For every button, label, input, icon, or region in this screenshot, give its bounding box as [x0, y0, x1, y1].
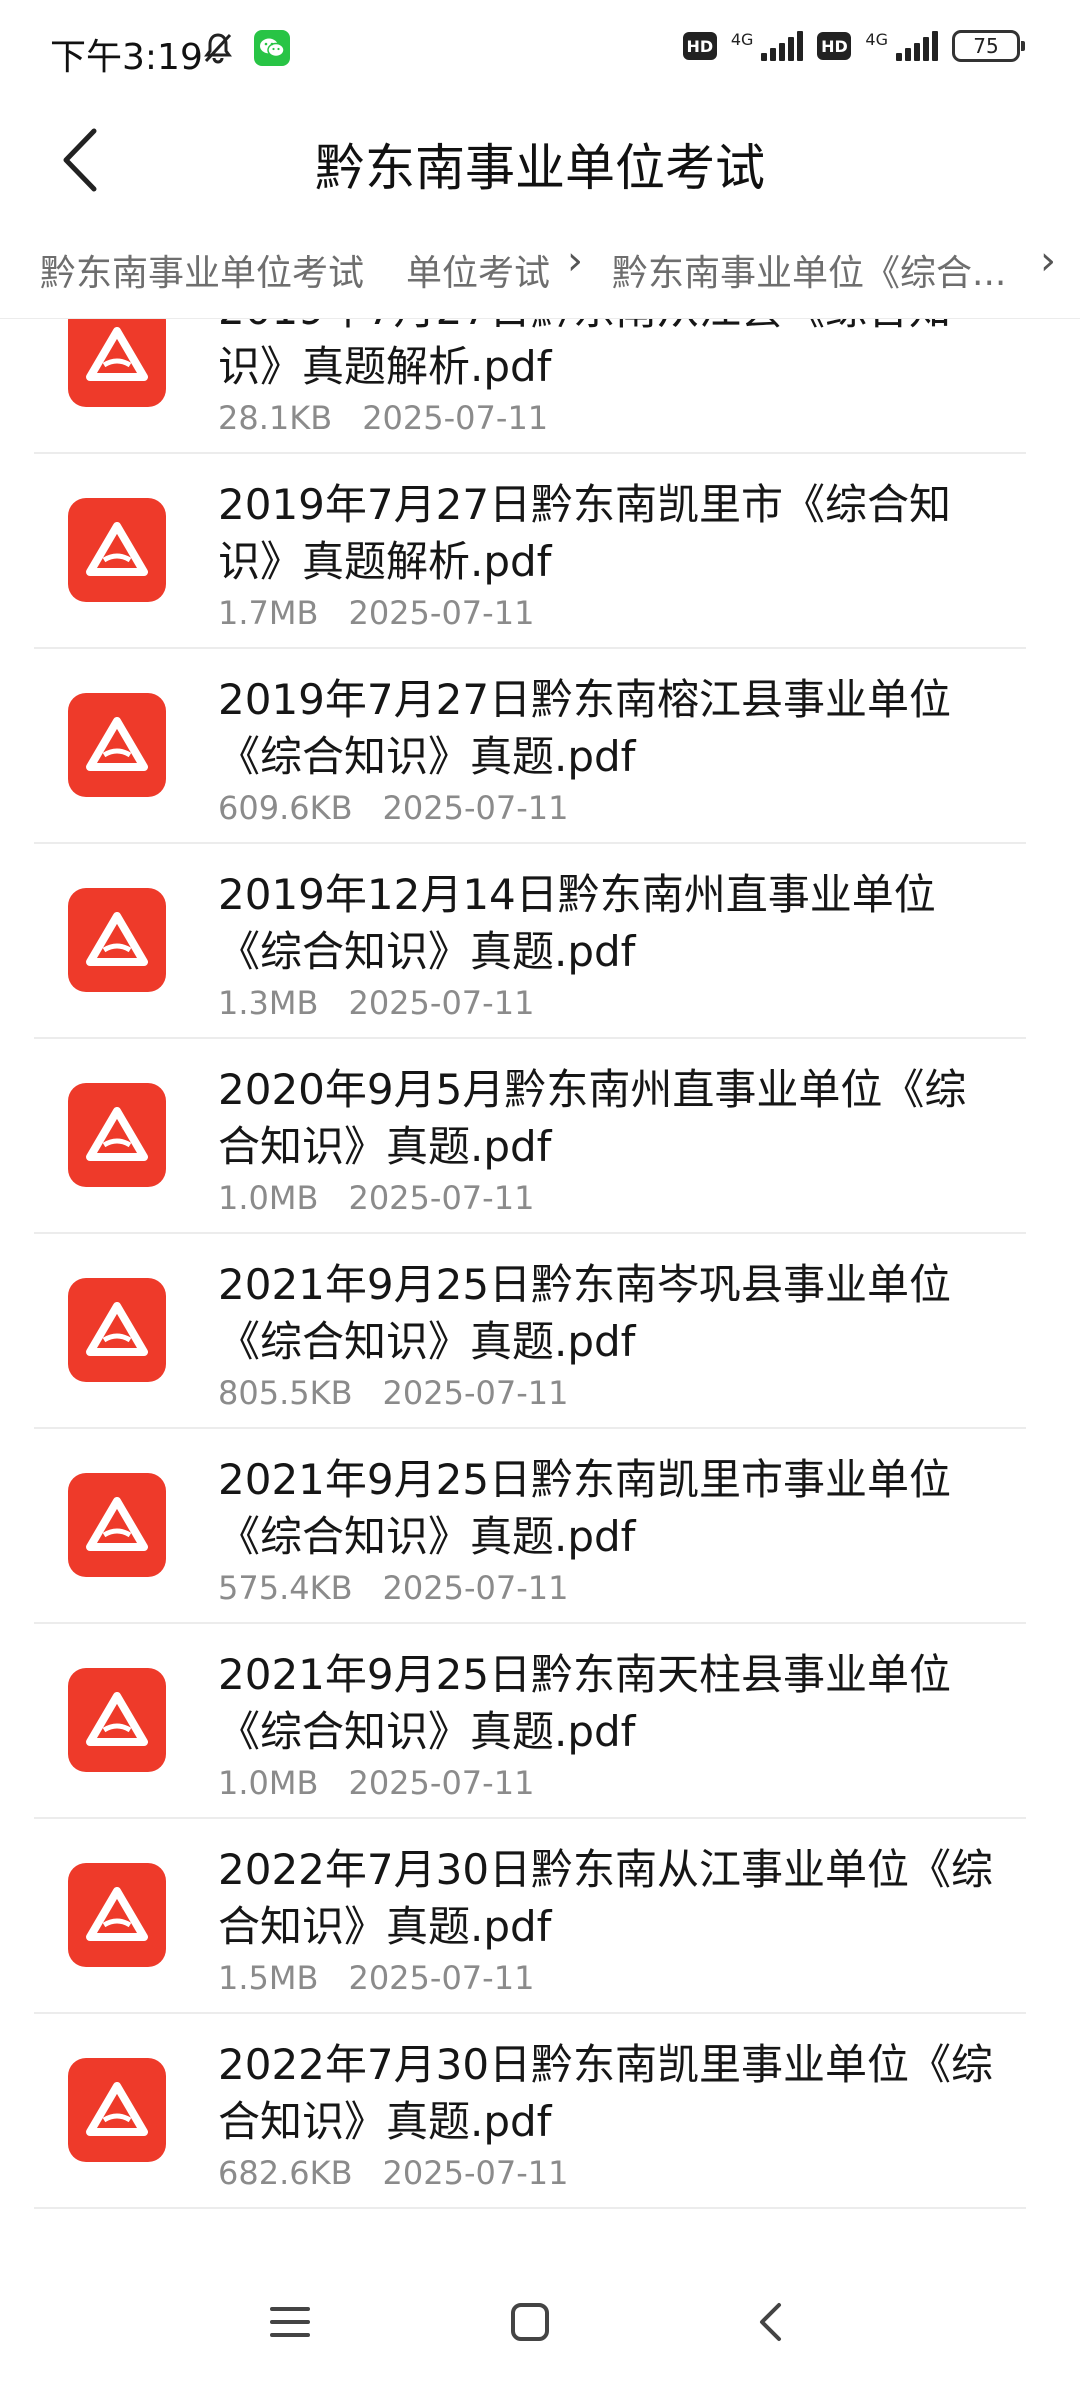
pdf-file-icon	[68, 693, 166, 797]
file-meta: 1.3MB 2025-07-11	[218, 984, 534, 1022]
hd-badge: HD	[682, 32, 717, 60]
file-name: 2022年7月30日黔东南从江事业单位《综合知识》真题.pdf	[218, 1845, 994, 1951]
list-item[interactable]: 2022年7月30日黔东南从江事业单位《综合知识》真题.pdf 1.5MB 202…	[34, 1819, 1026, 2014]
file-list[interactable]: 2019年7月27日黔东南从江县《综合知识》真题解析.pdf 28.1KB 202…	[0, 318, 1080, 2232]
breadcrumb-item[interactable]: 黔东南事业单位考试	[40, 244, 364, 296]
list-item[interactable]: 2021年9月25日黔东南岑巩县事业单位《综合知识》真题.pdf 805.5KB…	[34, 1234, 1026, 1429]
file-name: 2019年12月14日黔东南州直事业单位《综合知识》真题.pdf	[218, 870, 936, 976]
file-name: 2019年7月27日黔东南榕江县事业单位《综合知识》真题.pdf	[218, 675, 952, 781]
file-size: 609.6KB	[218, 789, 353, 827]
menu-icon	[270, 2307, 310, 2337]
file-date: 2025-07-11	[382, 789, 569, 827]
list-item[interactable]: 2019年7月27日黔东南从江县《综合知识》真题解析.pdf 28.1KB 202…	[34, 319, 1026, 454]
file-name: 2020年9月5月黔东南州直事业单位《综合知识》真题.pdf	[218, 1065, 967, 1171]
list-item[interactable]: 2020年9月5月黔东南州直事业单位《综合知识》真题.pdf 1.0MB 2025…	[34, 1039, 1026, 1234]
pdf-file-icon	[68, 1083, 166, 1187]
status-left-icons	[200, 30, 290, 66]
file-name: 2019年7月27日黔东南凯里市《综合知识》真题解析.pdf	[218, 480, 952, 586]
file-meta: 609.6KB 2025-07-11	[218, 789, 569, 827]
wechat-icon	[254, 30, 290, 66]
menu-button[interactable]	[250, 2282, 330, 2362]
network-type: 4G	[730, 30, 754, 49]
list-item[interactable]: 2019年7月27日黔东南榕江县事业单位《综合知识》真题.pdf 609.6KB…	[34, 649, 1026, 844]
file-meta: 682.6KB 2025-07-11	[218, 2154, 569, 2192]
file-size: 575.4KB	[218, 1569, 353, 1607]
battery-level: 75	[973, 34, 999, 58]
signal-icon	[896, 31, 938, 61]
navigation-bar	[0, 2232, 1080, 2400]
file-date: 2025-07-11	[348, 1959, 535, 1997]
file-date: 2025-07-11	[382, 1569, 569, 1607]
file-date: 2025-07-11	[348, 1179, 535, 1217]
file-size: 682.6KB	[218, 2154, 353, 2192]
file-name: 2019年7月27日黔东南从江县《综合知识》真题解析.pdf	[218, 319, 951, 391]
file-size: 805.5KB	[218, 1374, 353, 1412]
chevron-right-icon: ›	[567, 238, 583, 284]
page-title: 黔东南事业单位考试	[315, 139, 765, 197]
file-meta: 1.0MB 2025-07-11	[218, 1764, 534, 1802]
file-meta: 575.4KB 2025-07-11	[218, 1569, 569, 1607]
chevron-right-icon: ›	[1040, 238, 1056, 284]
file-meta: 1.5MB 2025-07-11	[218, 1959, 534, 1997]
file-list-inner: 2019年7月27日黔东南从江县《综合知识》真题解析.pdf 28.1KB 202…	[0, 319, 1080, 2209]
file-meta: 805.5KB 2025-07-11	[218, 1374, 569, 1412]
file-size: 1.0MB	[218, 1764, 319, 1802]
hd-badge: HD	[817, 32, 852, 60]
mute-bell-icon	[204, 33, 232, 64]
file-date: 2025-07-11	[348, 1764, 535, 1802]
pdf-file-icon	[68, 1668, 166, 1772]
pdf-file-icon	[68, 498, 166, 602]
file-meta: 28.1KB 2025-07-11	[218, 399, 548, 437]
file-size: 1.3MB	[218, 984, 319, 1022]
file-meta: 1.0MB 2025-07-11	[218, 1179, 534, 1217]
status-right: HD 4G HD 4G 75	[682, 30, 1025, 62]
file-date: 2025-07-11	[382, 1374, 569, 1412]
file-date: 2025-07-11	[382, 2154, 569, 2192]
breadcrumb: 黔东南事业单位考试 单位考试 › 黔东南事业单位《综合... ›	[0, 232, 1080, 302]
status-time: 下午3:19	[50, 37, 203, 78]
file-size: 1.7MB	[218, 594, 319, 632]
pdf-file-icon	[68, 1473, 166, 1577]
file-size: 1.0MB	[218, 1179, 319, 1217]
chevron-left-icon	[760, 2303, 781, 2341]
list-item[interactable]: 2019年7月27日黔东南凯里市《综合知识》真题解析.pdf 1.7MB 2025…	[34, 454, 1026, 649]
file-name: 2021年9月25日黔东南岑巩县事业单位《综合知识》真题.pdf	[218, 1260, 952, 1366]
list-item[interactable]: 2021年9月25日黔东南凯里市事业单位《综合知识》真题.pdf 575.4KB…	[34, 1429, 1026, 1624]
file-date: 2025-07-11	[348, 594, 535, 632]
pdf-file-icon	[68, 1863, 166, 1967]
pdf-file-icon	[68, 1278, 166, 1382]
home-button[interactable]	[490, 2282, 570, 2362]
breadcrumb-item[interactable]: 单位考试	[400, 244, 550, 296]
file-date: 2025-07-11	[362, 399, 549, 437]
list-item[interactable]: 2022年7月30日黔东南凯里事业单位《综合知识》真题.pdf 682.6KB 2…	[34, 2014, 1026, 2209]
file-name: 2022年7月30日黔东南凯里事业单位《综合知识》真题.pdf	[218, 2040, 994, 2146]
file-date: 2025-07-11	[348, 984, 535, 1022]
signal-icon	[761, 31, 804, 61]
list-item[interactable]: 2021年9月25日黔东南天柱县事业单位《综合知识》真题.pdf 1.0MB 20…	[34, 1624, 1026, 1819]
back-nav-button[interactable]	[730, 2282, 810, 2362]
file-meta: 1.7MB 2025-07-11	[218, 594, 534, 632]
battery-icon: 75	[952, 30, 1025, 62]
square-icon	[511, 2303, 549, 2341]
file-name: 2021年9月25日黔东南凯里市事业单位《综合知识》真题.pdf	[218, 1455, 952, 1561]
pdf-file-icon	[68, 319, 166, 407]
pdf-file-icon	[68, 2058, 166, 2162]
status-bar: 下午3:19 HD 4G HD 4G 75	[0, 0, 1080, 100]
network-type: 4G	[865, 30, 888, 49]
pdf-file-icon	[68, 888, 166, 992]
file-size: 28.1KB	[218, 399, 333, 437]
breadcrumb-item[interactable]: 黔东南事业单位《综合...	[612, 244, 1006, 296]
header: 黔东南事业单位考试	[0, 100, 1080, 220]
file-size: 1.5MB	[218, 1959, 319, 1997]
list-item[interactable]: 2019年12月14日黔东南州直事业单位《综合知识》真题.pdf 1.3MB 20…	[34, 844, 1026, 1039]
file-name: 2021年9月25日黔东南天柱县事业单位《综合知识》真题.pdf	[218, 1650, 952, 1756]
